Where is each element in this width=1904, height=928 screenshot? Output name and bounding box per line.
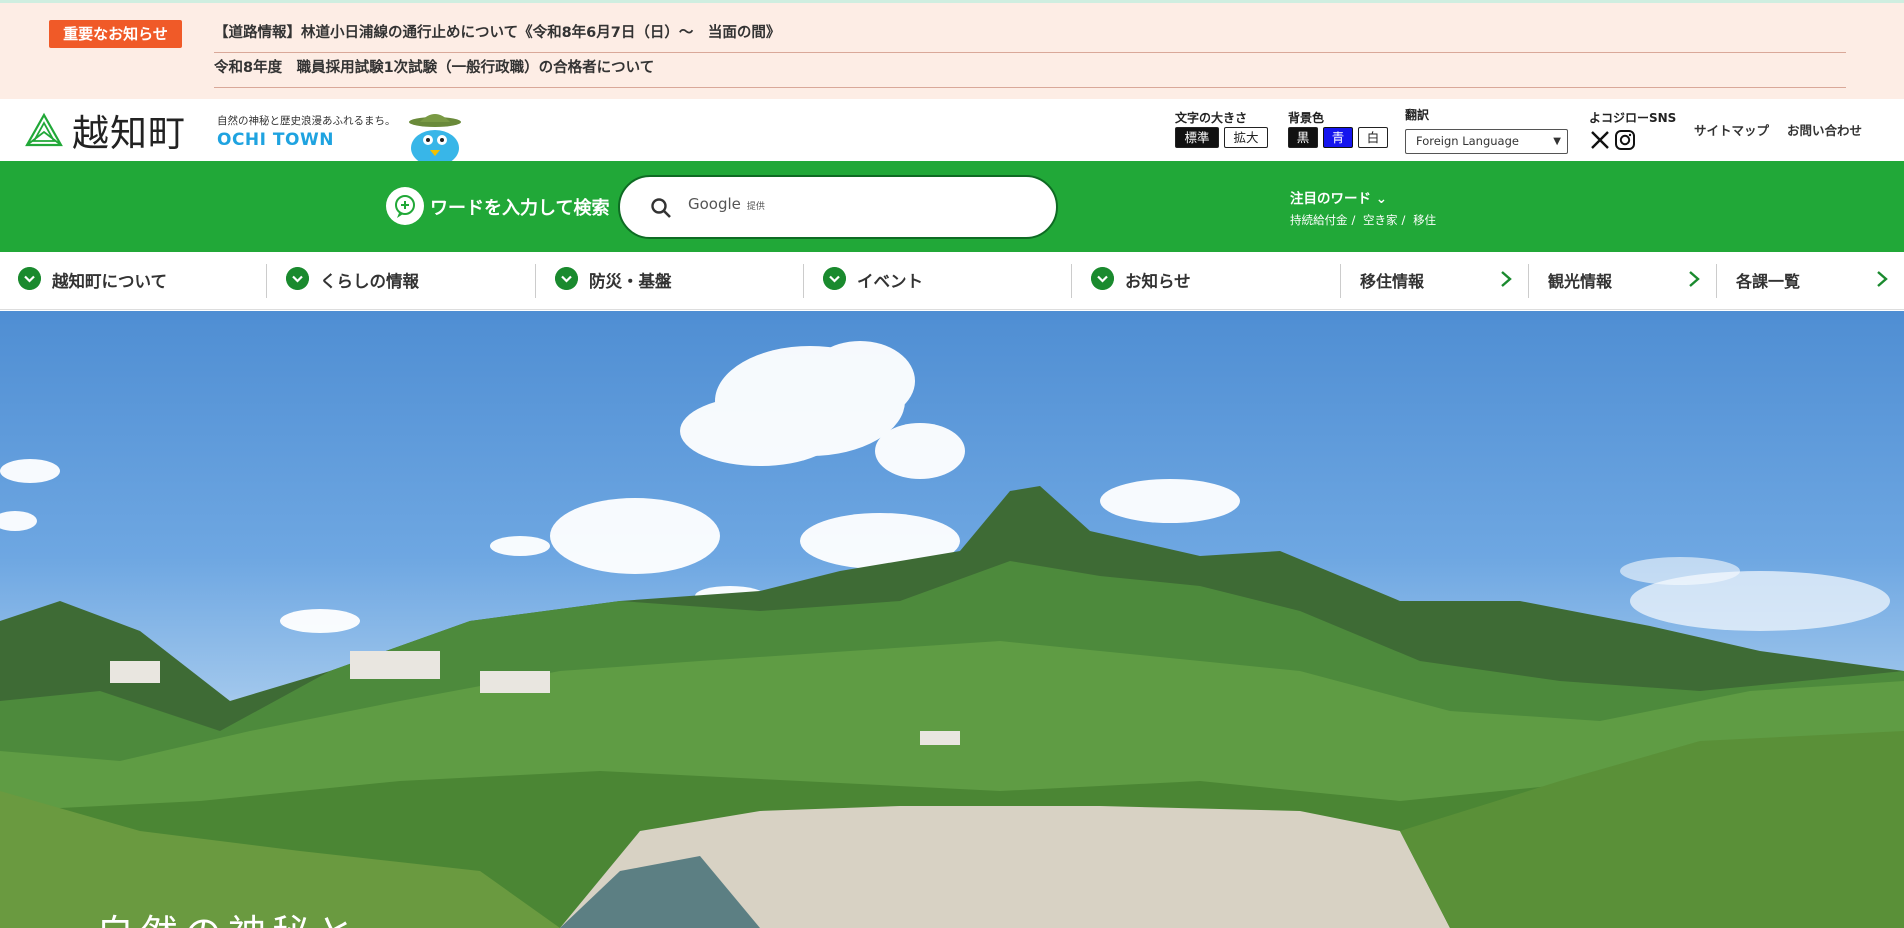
nav-item-disaster[interactable]: 防災・基盤 bbox=[537, 252, 803, 310]
instagram-icon[interactable] bbox=[1614, 129, 1636, 151]
notice-item-recruit[interactable]: 令和8年度 職員採用試験1次試験（一般行政職）の合格者について bbox=[214, 53, 1846, 88]
keyword-link[interactable]: 空き家 bbox=[1363, 213, 1398, 227]
nav-item-about[interactable]: 越知町について bbox=[0, 252, 266, 310]
nav-link-label: 各課一覧 bbox=[1736, 272, 1801, 291]
contact-link[interactable]: お問い合わせ bbox=[1787, 120, 1862, 139]
site-header: 越知町 自然の神秘と歴史浪漫あふれるまち。 OCHI TOWN 文字の大きさ 標… bbox=[0, 99, 1904, 161]
nav-item-label: お知らせ bbox=[1125, 272, 1191, 291]
nav-item-living[interactable]: くらしの情報 bbox=[268, 252, 534, 310]
sitemap-link[interactable]: サイトマップ bbox=[1694, 120, 1769, 139]
hero-caption: 自然の神秘と bbox=[96, 903, 360, 928]
chevron-down-circle-icon bbox=[286, 267, 309, 290]
nav-item-label: イベント bbox=[857, 272, 923, 291]
nav-divider bbox=[1071, 264, 1072, 298]
notice-item-road[interactable]: 【道路情報】林道小日浦線の通行止めについて《令和8年6月7日（日）〜 当面の間》 bbox=[214, 18, 1846, 53]
x-icon[interactable] bbox=[1589, 129, 1611, 151]
language-select-value: Foreign Language bbox=[1416, 134, 1519, 148]
chevron-down-circle-icon bbox=[18, 267, 41, 290]
chevron-right-icon bbox=[1877, 271, 1888, 287]
chevron-down-circle-icon bbox=[823, 267, 846, 290]
nav-link-tourism[interactable]: 観光情報 bbox=[1530, 252, 1716, 310]
font-size-large-button[interactable]: 拡大 bbox=[1224, 127, 1268, 148]
nav-link-label: 観光情報 bbox=[1548, 272, 1613, 291]
nav-item-label: くらしの情報 bbox=[320, 272, 419, 291]
nav-item-event[interactable]: イベント bbox=[805, 252, 1071, 310]
bg-black-button[interactable]: 黒 bbox=[1288, 127, 1318, 148]
bg-color-label: 背景色 bbox=[1288, 111, 1325, 125]
important-notice-badge: 重要なお知らせ bbox=[49, 20, 182, 48]
translate-label: 翻訳 bbox=[1405, 108, 1430, 122]
nav-link-label: 移住情報 bbox=[1360, 272, 1425, 291]
mascot-yokojiro-icon bbox=[409, 114, 461, 161]
nav-divider bbox=[803, 264, 804, 298]
chevron-down-icon: ▼ bbox=[1553, 136, 1561, 147]
nav-divider bbox=[1528, 264, 1529, 298]
nav-link-migration[interactable]: 移住情報 bbox=[1342, 252, 1528, 310]
keyword-link[interactable]: 持続給付金 bbox=[1290, 213, 1348, 227]
hero-image: 自然の神秘と bbox=[0, 311, 1904, 928]
nav-link-departments[interactable]: 各課一覧 bbox=[1718, 252, 1904, 310]
nav-item-news[interactable]: お知らせ bbox=[1073, 252, 1339, 310]
tagline: 自然の神秘と歴史浪漫あふれるまち。 bbox=[217, 115, 396, 127]
font-size-label: 文字の大きさ bbox=[1175, 111, 1248, 125]
font-size-standard-button[interactable]: 標準 bbox=[1175, 127, 1219, 148]
chat-search-icon bbox=[395, 195, 415, 218]
language-select[interactable]: Foreign Language ▼ bbox=[1405, 129, 1568, 154]
nav-item-label: 防災・基盤 bbox=[589, 272, 672, 291]
nav-divider bbox=[1716, 264, 1717, 298]
nav-divider bbox=[266, 264, 267, 298]
search-input[interactable]: Google 提供 bbox=[618, 175, 1058, 239]
keywords-title[interactable]: 注目のワード ⌄ bbox=[1290, 187, 1387, 207]
bg-blue-button[interactable]: 青 bbox=[1323, 127, 1353, 148]
nav-divider bbox=[535, 264, 536, 298]
nav-item-label: 越知町について bbox=[52, 272, 168, 291]
search-band: ワードを入力して検索 Google 提供 注目のワード ⌄ 持続給付金 / 空き家 /… bbox=[0, 161, 1904, 252]
bg-white-button[interactable]: 白 bbox=[1358, 127, 1388, 148]
town-emblem-icon[interactable] bbox=[24, 112, 64, 150]
keyword-link[interactable]: 移住 bbox=[1413, 213, 1436, 227]
global-nav: 越知町について くらしの情報 防災・基盤 イベント お知らせ 移住情報 観光情報… bbox=[0, 252, 1904, 310]
chevron-right-icon bbox=[1501, 271, 1512, 287]
hero-landscape-illustration bbox=[0, 341, 1904, 928]
logo-town-en[interactable]: OCHI TOWN bbox=[217, 130, 334, 150]
sns-label: よコジローSNS bbox=[1589, 111, 1677, 125]
search-placeholder: Google 提供 bbox=[688, 195, 765, 213]
search-guide-icon-wrap bbox=[386, 187, 424, 225]
chevron-down-circle-icon bbox=[555, 267, 578, 290]
chevron-right-icon bbox=[1689, 271, 1700, 287]
search-icon bbox=[651, 198, 671, 218]
search-label: ワードを入力して検索 bbox=[430, 198, 610, 219]
nav-divider bbox=[1340, 264, 1341, 298]
logo-town-name[interactable]: 越知町 bbox=[72, 103, 186, 157]
keywords-list: 持続給付金 / 空き家 / 移住 bbox=[1290, 213, 1437, 227]
chevron-down-circle-icon bbox=[1091, 267, 1114, 290]
important-notice-bar: 重要なお知らせ 【道路情報】林道小日浦線の通行止めについて《令和8年6月7日（日… bbox=[0, 0, 1904, 99]
